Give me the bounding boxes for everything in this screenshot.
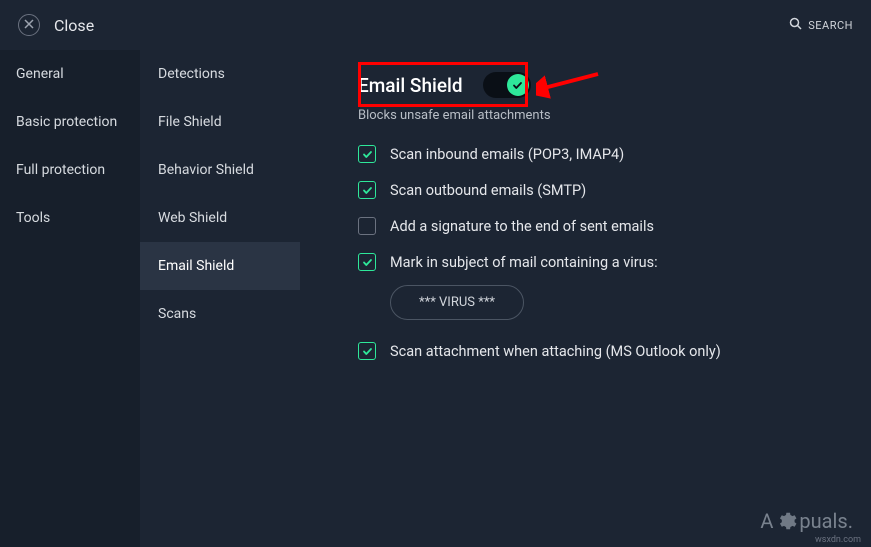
- gear-icon: [775, 510, 797, 532]
- option-scan-inbound: Scan inbound emails (POP3, IMAP4): [358, 145, 841, 163]
- option-scan-attachment: Scan attachment when attaching (MS Outlo…: [358, 342, 841, 360]
- option-label: Add a signature to the end of sent email…: [390, 218, 654, 235]
- option-label: Scan outbound emails (SMTP): [390, 182, 586, 199]
- option-add-signature: Add a signature to the end of sent email…: [358, 217, 841, 235]
- watermark-prefix: A: [760, 509, 773, 533]
- titlebar: Close SEARCH: [0, 0, 871, 50]
- sidebar-item-web-shield[interactable]: Web Shield: [140, 194, 300, 242]
- checkbox-add-signature[interactable]: [358, 217, 376, 235]
- search-button[interactable]: SEARCH: [789, 17, 853, 33]
- option-label: Mark in subject of mail containing a vir…: [390, 254, 658, 271]
- sidebar-item-tools[interactable]: Tools: [0, 194, 140, 242]
- checkbox-scan-outbound[interactable]: [358, 181, 376, 199]
- checkmark-icon: [512, 76, 523, 95]
- close-icon: [24, 18, 34, 32]
- sidebar-secondary: Detections File Shield Behavior Shield W…: [140, 50, 300, 547]
- option-mark-subject: Mark in subject of mail containing a vir…: [358, 253, 841, 271]
- sidebar-item-basic-protection[interactable]: Basic protection: [0, 98, 140, 146]
- option-label: Scan attachment when attaching (MS Outlo…: [390, 343, 721, 360]
- domain-watermark: wsxdn.com: [815, 535, 861, 545]
- sidebar-primary: General Basic protection Full protection…: [0, 50, 140, 547]
- titlebar-left: Close: [18, 14, 94, 36]
- email-shield-toggle[interactable]: [483, 72, 531, 98]
- content-panel: Email Shield Blocks unsafe email attachm…: [300, 50, 871, 547]
- watermark-suffix: puals.: [799, 509, 853, 533]
- section-header: Email Shield: [358, 72, 841, 98]
- sidebar-item-general[interactable]: General: [0, 50, 140, 98]
- sidebar-item-email-shield[interactable]: Email Shield: [140, 242, 300, 290]
- checkbox-scan-attachment[interactable]: [358, 342, 376, 360]
- main-area: General Basic protection Full protection…: [0, 50, 871, 547]
- watermark: A puals.: [760, 509, 853, 533]
- option-label: Scan inbound emails (POP3, IMAP4): [390, 146, 624, 163]
- sidebar-item-full-protection[interactable]: Full protection: [0, 146, 140, 194]
- search-icon: [789, 17, 802, 33]
- search-label: SEARCH: [808, 19, 853, 32]
- sidebar-item-detections[interactable]: Detections: [140, 50, 300, 98]
- close-label: Close: [54, 16, 94, 35]
- close-button[interactable]: [18, 14, 40, 36]
- sidebar-item-behavior-shield[interactable]: Behavior Shield: [140, 146, 300, 194]
- checkbox-scan-inbound[interactable]: [358, 145, 376, 163]
- checkbox-mark-subject[interactable]: [358, 253, 376, 271]
- virus-subject-input[interactable]: *** VIRUS ***: [390, 285, 524, 320]
- toggle-knob: [507, 74, 529, 96]
- settings-window: Close SEARCH General Basic protection Fu…: [0, 0, 871, 547]
- option-scan-outbound: Scan outbound emails (SMTP): [358, 181, 841, 199]
- sidebar-item-scans[interactable]: Scans: [140, 290, 300, 338]
- section-subtitle: Blocks unsafe email attachments: [358, 108, 841, 123]
- sidebar-item-file-shield[interactable]: File Shield: [140, 98, 300, 146]
- section-title: Email Shield: [358, 74, 463, 97]
